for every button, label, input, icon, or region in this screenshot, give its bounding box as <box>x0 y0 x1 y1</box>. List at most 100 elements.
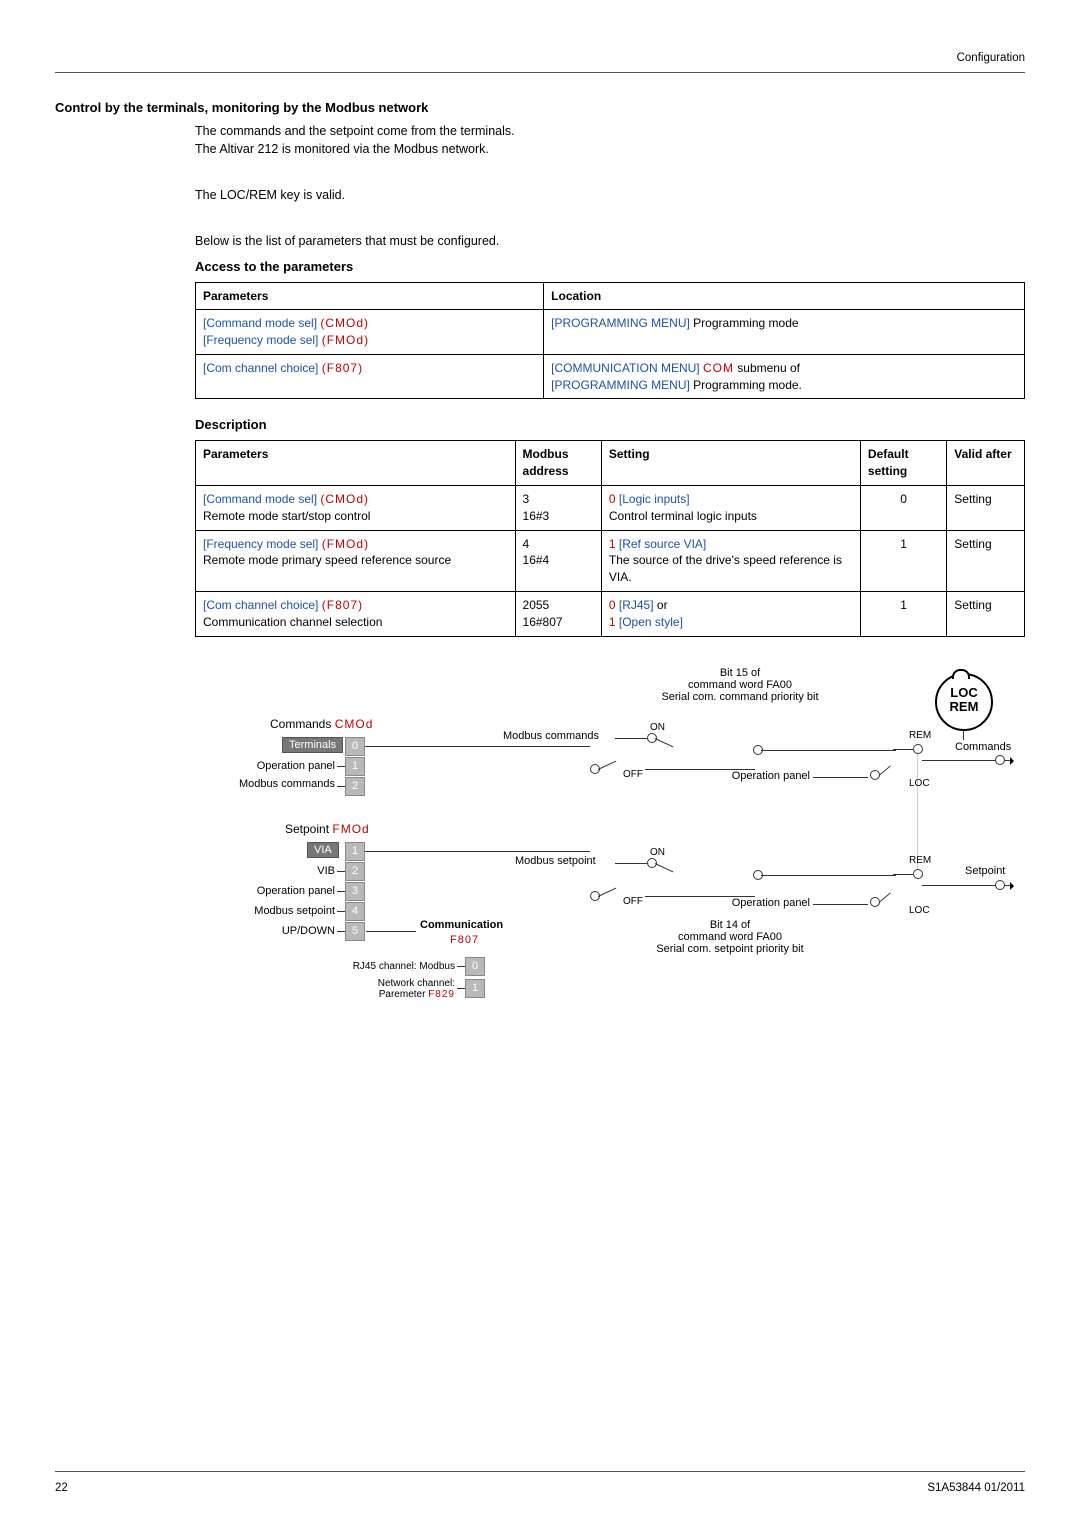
param-code: (F807) <box>322 598 363 612</box>
table-row: [Com channel choice] (F807) Communicatio… <box>196 592 1025 637</box>
param-sub: Communication channel selection <box>203 615 382 629</box>
param-link: [Command mode sel] <box>203 316 317 330</box>
setpoint-opt-3: 3 <box>345 882 365 901</box>
section-heading: Control by the terminals, monitoring by … <box>55 100 428 115</box>
table-row: [Frequency mode sel] (FMOd) Remote mode … <box>196 530 1025 591</box>
table-header: Parameters <box>196 441 516 486</box>
table-header: Parameters <box>196 282 544 310</box>
param-code: (FMOd) <box>322 537 369 551</box>
loc-label: LOC <box>909 778 930 789</box>
paragraph: The LOC/REM key is valid. <box>195 186 1025 204</box>
via-box: VIA <box>307 842 339 858</box>
paragraph: The commands and the setpoint come from … <box>195 122 1025 140</box>
table-header: Valid after <box>947 441 1025 486</box>
param-code: (FMOd) <box>322 333 369 347</box>
param-sub: Remote mode start/stop control <box>203 509 370 523</box>
bit15-caption: Bit 15 of command word FA00 Serial com. … <box>625 667 855 703</box>
signal-diagram: Bit 15 of command word FA00 Serial com. … <box>195 667 1025 1117</box>
setpoint-output-label: Setpoint <box>965 865 1005 877</box>
updown-label: UP/DOWN <box>225 925 335 937</box>
vib-label: VIB <box>225 865 335 877</box>
text: Programming mode. <box>690 378 802 392</box>
comm-opt-1: 1 <box>465 979 485 998</box>
document-id: S1A53844 01/2011 <box>927 1482 1025 1494</box>
valid-after: Setting <box>947 592 1025 637</box>
menu-link: [COMMUNICATION MENU] <box>551 361 703 375</box>
commands-opt-2: 2 <box>345 777 365 796</box>
off-label: OFF <box>623 896 643 907</box>
addr: 2055 <box>523 598 550 612</box>
addr: 4 <box>523 537 530 551</box>
paragraph: Below is the list of parameters that mus… <box>195 232 1025 250</box>
communication-heading: Communication <box>420 919 503 931</box>
comm-opt-0: 0 <box>465 957 485 976</box>
network-channel-label: Network channel: Paremeter F829 <box>270 978 455 1000</box>
modbus-commands-label: Modbus commands <box>225 778 335 790</box>
default-value: 1 <box>860 530 946 591</box>
rem-label: REM <box>909 730 931 741</box>
table-header: Location <box>544 282 1025 310</box>
setpoint-opt-1: 1 <box>345 842 365 861</box>
setpoint-opt-2: 2 <box>345 862 365 881</box>
page-number: 22 <box>55 1482 68 1494</box>
menu-link: [PROGRAMMING MENU] <box>551 378 690 392</box>
on-label: ON <box>650 722 665 733</box>
text: submenu of <box>734 361 800 375</box>
on-label: ON <box>650 847 665 858</box>
loc-rem-key-icon: LOCREM <box>935 673 993 731</box>
subheading-description: Description <box>195 417 1025 432</box>
param-link: [Com channel choice] <box>203 361 318 375</box>
loc-label: LOC <box>909 905 930 916</box>
valid-after: Setting <box>947 486 1025 531</box>
set-label: [Logic inputs] <box>616 492 690 506</box>
default-value: 1 <box>860 592 946 637</box>
commands-opt-0: 0 <box>345 737 365 756</box>
table-header: Default setting <box>860 441 946 486</box>
param-sub: Remote mode primary speed reference sour… <box>203 553 451 567</box>
menu-link: [PROGRAMMING MENU] <box>551 316 690 330</box>
modbus-commands-mid-label: Modbus commands <box>503 730 599 742</box>
subheading-access: Access to the parameters <box>195 259 1025 274</box>
default-value: 0 <box>860 486 946 531</box>
set-label: [Open style] <box>616 615 683 629</box>
set-value: 0 <box>609 598 616 612</box>
table-row: [Command mode sel] (CMOd) Remote mode st… <box>196 486 1025 531</box>
set-label: [RJ45] <box>616 598 654 612</box>
operation-panel-label: Operation panel <box>225 885 335 897</box>
text: Programming mode <box>690 316 799 330</box>
setpoint-heading: Setpoint FMOd <box>285 822 370 836</box>
access-table: Parameters Location [Command mode sel] (… <box>195 282 1025 400</box>
param-link: [Frequency mode sel] <box>203 333 318 347</box>
set-sub: The source of the drive's speed referenc… <box>609 553 842 584</box>
set-value: 1 <box>609 615 616 629</box>
rem-label: REM <box>909 855 931 866</box>
terminals-box: Terminals <box>282 737 343 753</box>
param-link: [Command mode sel] <box>203 492 317 506</box>
menu-code: COM <box>703 361 734 375</box>
param-link: [Com channel choice] <box>203 598 318 612</box>
communication-code: F807 <box>450 934 479 946</box>
valid-after: Setting <box>947 530 1025 591</box>
addr-hex: 16#4 <box>523 553 550 567</box>
commands-heading: Commands CMOd <box>270 717 373 731</box>
header-rule <box>55 72 1025 73</box>
set-label: [Ref source VIA] <box>616 537 707 551</box>
commands-opt-1: 1 <box>345 757 365 776</box>
description-table: Parameters Modbus address Setting Defaul… <box>195 440 1025 636</box>
set-sub: Control terminal logic inputs <box>609 509 757 523</box>
param-link: [Frequency mode sel] <box>203 537 318 551</box>
operation-panel-label: Operation panel <box>700 770 810 782</box>
addr-hex: 16#807 <box>523 615 563 629</box>
modbus-setpoint-mid-label: Modbus setpoint <box>515 855 596 867</box>
addr-hex: 16#3 <box>523 509 550 523</box>
addr: 3 <box>523 492 530 506</box>
modbus-setpoint-label: Modbus setpoint <box>225 905 335 917</box>
set-value: 1 <box>609 537 616 551</box>
param-code: (F807) <box>322 361 363 375</box>
table-row: [Command mode sel] (CMOd) [Frequency mod… <box>196 310 1025 355</box>
text: or <box>654 598 668 612</box>
table-header: Setting <box>601 441 860 486</box>
operation-panel-label: Operation panel <box>700 897 810 909</box>
setpoint-opt-4: 4 <box>345 902 365 921</box>
param-code: (CMOd) <box>320 316 369 330</box>
